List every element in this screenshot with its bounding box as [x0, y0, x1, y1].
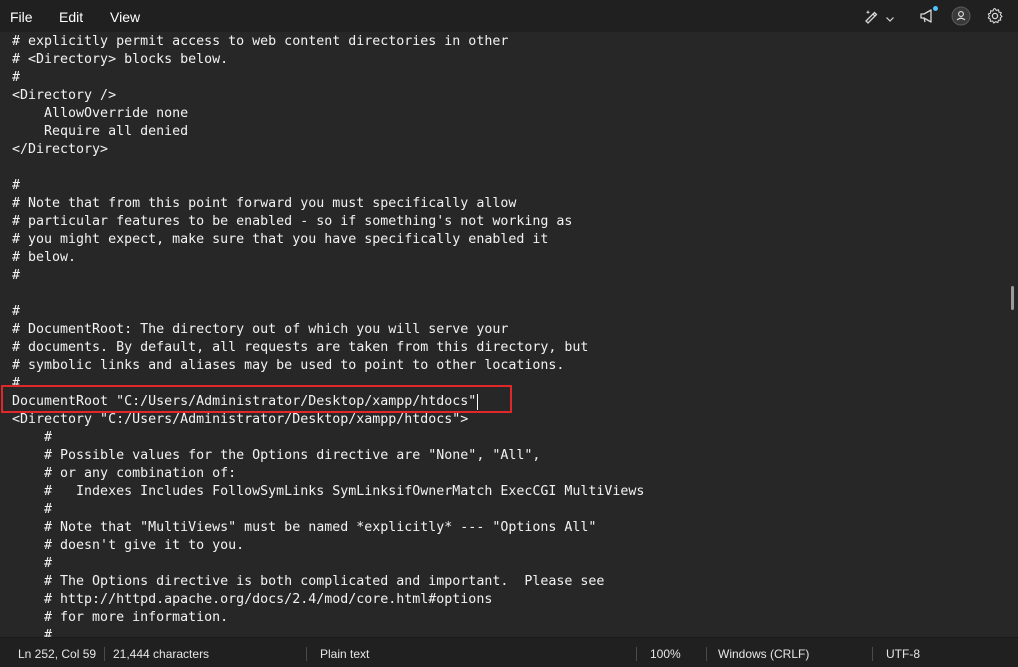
- code-line: # Note that "MultiViews" must be named *…: [12, 520, 597, 535]
- code-line: # you might expect, make sure that you h…: [12, 232, 549, 247]
- highlight-annotation-box: [1, 385, 512, 413]
- code-line: # DocumentRoot: The directory out of whi…: [12, 322, 509, 337]
- copilot-button[interactable]: [858, 4, 900, 28]
- menu-bar: File Edit View: [0, 0, 1018, 32]
- code-line: # Note that from this point forward you …: [12, 196, 517, 211]
- status-divider: [872, 647, 873, 661]
- code-line: # The Options directive is both complica…: [12, 574, 605, 589]
- code-line: #: [12, 268, 21, 283]
- code-line: # http://httpd.apache.org/docs/2.4/mod/c…: [12, 592, 493, 607]
- account-icon: [951, 6, 971, 26]
- status-zoom[interactable]: 100%: [650, 638, 681, 667]
- copilot-pen-icon: [862, 7, 880, 25]
- status-line-ending[interactable]: Windows (CRLF): [718, 638, 809, 667]
- code-line: </Directory>: [12, 142, 109, 157]
- status-cursor-position[interactable]: Ln 252, Col 59: [18, 638, 96, 667]
- code-line: # doesn't give it to you.: [12, 538, 245, 553]
- status-character-count: 21,444 characters: [113, 647, 210, 661]
- menu-file[interactable]: File: [10, 0, 33, 32]
- code-line: # symbolic links and aliases may be used…: [12, 358, 565, 373]
- code-line: #: [12, 304, 21, 319]
- code-line: # documents. By default, all requests ar…: [12, 340, 589, 355]
- code-line: # <Directory> blocks below.: [12, 52, 229, 67]
- code-line: #: [12, 178, 21, 193]
- settings-button[interactable]: [984, 4, 1006, 28]
- status-divider: [104, 647, 105, 661]
- scrollbar-thumb[interactable]: [1011, 286, 1014, 310]
- code-line: # particular features to be enabled - so…: [12, 214, 573, 229]
- status-divider: [636, 647, 637, 661]
- settings-gear-icon: [986, 7, 1004, 25]
- code-line: # below.: [12, 250, 77, 265]
- menu-edit[interactable]: Edit: [59, 0, 83, 32]
- notepad-window: File Edit View # explicitly permit acces…: [0, 0, 1018, 667]
- code-line: #: [12, 628, 53, 637]
- code-line: #: [12, 502, 53, 517]
- code-line: AllowOverride none: [12, 106, 189, 121]
- code-line: <Directory "C:/Users/Administrator/Deskt…: [12, 412, 469, 427]
- code-line: #: [12, 70, 21, 85]
- code-line: #: [12, 556, 53, 571]
- text-caret: [477, 394, 479, 410]
- status-divider: [706, 647, 707, 661]
- code-line: # explicitly permit access to web conten…: [12, 34, 509, 49]
- code-line: <Directory />: [12, 88, 117, 103]
- status-divider: [306, 647, 307, 661]
- status-format[interactable]: Plain text: [320, 638, 369, 667]
- status-bar: Ln 252, Col 59 21,444 characters Plain t…: [0, 637, 1018, 667]
- chevron-down-icon: [884, 10, 896, 22]
- menu-view[interactable]: View: [110, 0, 140, 32]
- code-line: # for more information.: [12, 610, 229, 625]
- code-line: # Indexes Includes FollowSymLinks SymLin…: [12, 484, 645, 499]
- status-encoding[interactable]: UTF-8: [886, 638, 920, 667]
- code-line: # Possible values for the Options direct…: [12, 448, 541, 463]
- account-button[interactable]: [950, 4, 972, 28]
- code-line: # or any combination of:: [12, 466, 237, 481]
- whats-new-button[interactable]: [914, 4, 942, 28]
- text-editor[interactable]: # explicitly permit access to web conten…: [0, 32, 1006, 637]
- megaphone-icon: [918, 6, 938, 25]
- notification-dot: [933, 6, 938, 11]
- code-line: #: [12, 430, 53, 445]
- code-line: Require all denied: [12, 124, 189, 139]
- vertical-scrollbar[interactable]: [1006, 32, 1018, 637]
